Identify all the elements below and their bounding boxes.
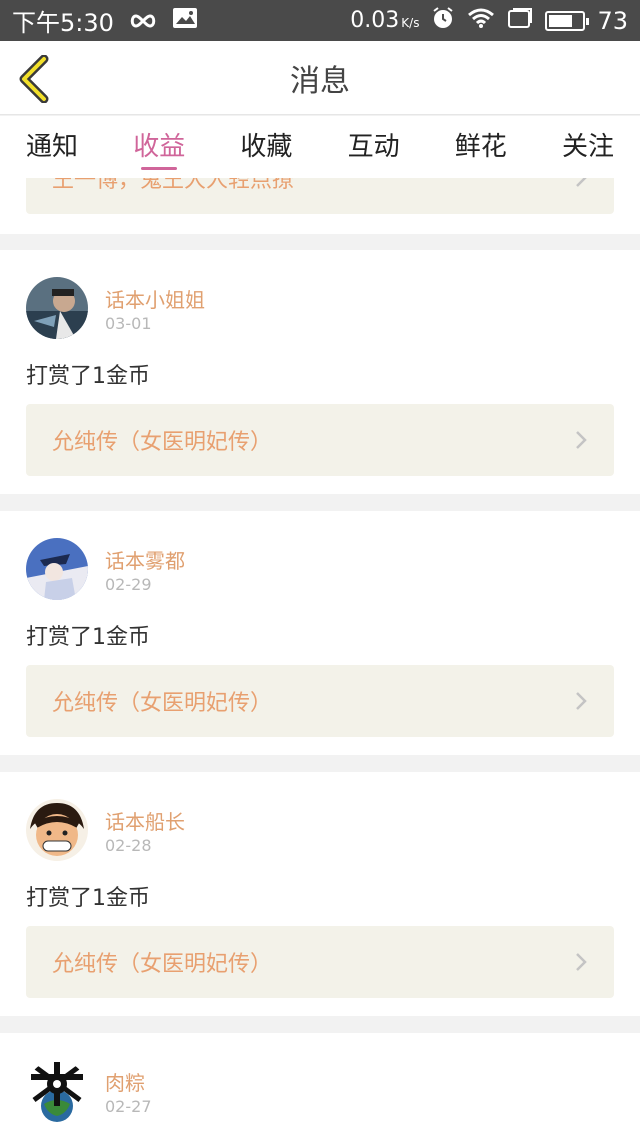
tab-notifications[interactable]: 通知 <box>26 116 78 178</box>
message-action: 打赏了1金币 <box>26 886 150 911</box>
avatar[interactable] <box>26 799 88 861</box>
user-name[interactable]: 话本雾都 <box>105 545 185 574</box>
network-speed: 0.03 K/s <box>350 8 420 33</box>
tab-interactions[interactable]: 互动 <box>348 116 400 178</box>
tab-flowers[interactable]: 鲜花 <box>455 116 507 178</box>
battery-level: 73 <box>597 6 628 35</box>
tab-bar: 通知 收益 收藏 互动 鲜花 关注 <box>0 116 640 178</box>
message-date: 02-28 <box>105 836 152 855</box>
recent-apps-icon <box>507 7 533 35</box>
active-tab-indicator <box>141 167 178 170</box>
back-button[interactable] <box>16 54 56 104</box>
page-title: 消息 <box>290 63 350 99</box>
avatar[interactable] <box>26 538 88 600</box>
status-bar: 下午5:30 0.03 K/s 73 <box>0 0 640 41</box>
message-card: 肉粽 02-27 <box>0 1033 640 1138</box>
tab-earnings[interactable]: 收益 <box>133 116 185 178</box>
status-time: 下午5:30 <box>12 9 114 37</box>
message-date: 02-27 <box>105 1097 152 1116</box>
work-title: 允纯传（女医明妃传） <box>52 430 273 455</box>
message-date: 03-01 <box>105 314 152 333</box>
infinity-icon <box>128 7 158 35</box>
user-name[interactable]: 话本船长 <box>105 806 185 835</box>
chevron-right-icon <box>576 178 587 187</box>
message-card: 话本小姐姐 03-01 打赏了1金币 允纯传（女医明妃传） <box>0 250 640 494</box>
battery-icon <box>545 10 590 31</box>
avatar[interactable] <box>26 1060 88 1122</box>
work-link[interactable]: 允纯传（女医明妃传） <box>26 926 614 998</box>
work-link[interactable]: 允纯传（女医明妃传） <box>26 665 614 737</box>
message-date: 02-29 <box>105 575 152 594</box>
back-chevron-icon <box>19 54 49 104</box>
work-title: 王一博，鬼王大人轻点撩 <box>52 178 295 193</box>
wifi-icon <box>467 7 495 35</box>
message-card: 话本船长 02-28 打赏了1金币 允纯传（女医明妃传） <box>0 772 640 1016</box>
tab-favorites[interactable]: 收藏 <box>240 116 292 178</box>
message-card: 王一博，鬼王大人轻点撩 <box>0 178 640 234</box>
message-card: 话本雾都 02-29 打赏了1金币 允纯传（女医明妃传） <box>0 511 640 755</box>
user-name[interactable]: 话本小姐姐 <box>105 284 205 313</box>
work-title: 允纯传（女医明妃传） <box>52 952 273 977</box>
user-name[interactable]: 肉粽 <box>105 1067 145 1096</box>
app-header: 消息 <box>0 41 640 115</box>
chevron-right-icon <box>576 953 587 971</box>
gallery-icon <box>172 7 198 35</box>
message-feed[interactable]: 王一博，鬼王大人轻点撩 话本小姐姐 03-01 打赏了1金币 允纯传（女医明妃传… <box>0 178 640 1138</box>
message-action: 打赏了1金币 <box>26 364 150 389</box>
work-title: 允纯传（女医明妃传） <box>52 691 273 716</box>
chevron-right-icon <box>576 692 587 710</box>
work-link[interactable]: 王一博，鬼王大人轻点撩 <box>26 178 614 214</box>
work-link[interactable]: 允纯传（女医明妃传） <box>26 404 614 476</box>
chevron-right-icon <box>576 431 587 449</box>
tab-follows[interactable]: 关注 <box>562 116 614 178</box>
avatar[interactable] <box>26 277 88 339</box>
message-action: 打赏了1金币 <box>26 625 150 650</box>
alarm-icon <box>431 6 455 36</box>
